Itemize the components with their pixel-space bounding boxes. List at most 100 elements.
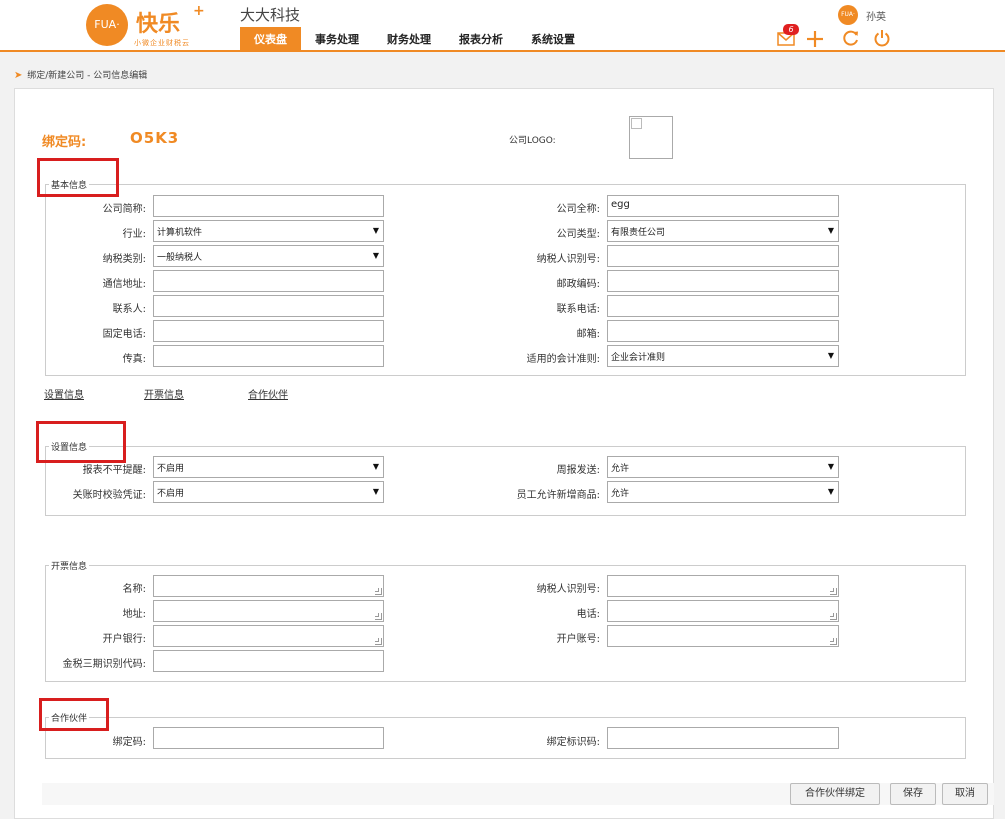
resize-grip-icon[interactable]	[830, 588, 837, 595]
resize-grip-icon[interactable]	[375, 613, 382, 620]
breadcrumb: ➤ 绑定/新建公司 - 公司信息编辑	[14, 68, 147, 81]
mail-count-badge: 6	[783, 24, 799, 35]
staff-add-goods-select-value: 允许	[611, 489, 630, 499]
highlight-box-settings	[36, 421, 126, 463]
invoice-account-label: 开户账号:	[556, 634, 600, 645]
nav-item-dashboard[interactable]: 仪表盘	[240, 27, 301, 52]
tax-type-select-value: 一般纳税人	[157, 253, 203, 263]
chevron-down-icon: ▼	[827, 462, 834, 471]
closing-check-label: 关账时校验凭证:	[72, 490, 146, 501]
invoice-address-label: 地址:	[122, 609, 146, 620]
landline-input[interactable]	[153, 320, 384, 342]
tax-id-label: 纳税人识别号:	[536, 254, 600, 265]
email-label: 邮箱:	[576, 329, 600, 340]
invoice-bank-label: 开户银行:	[102, 634, 146, 645]
invoice-legend: 开票信息	[49, 559, 90, 572]
main-nav: 仪表盘 事务处理 财务处理 报表分析 系统设置	[240, 27, 589, 52]
company-name: 大大科技	[240, 6, 301, 24]
invoice-account-textarea[interactable]	[607, 625, 839, 647]
address-label: 通信地址:	[102, 279, 146, 290]
chevron-down-icon: ▼	[827, 351, 834, 360]
cancel-button[interactable]: 取消	[942, 783, 988, 805]
company-logo-label: 公司LOGO:	[509, 136, 556, 146]
chevron-down-icon: ▼	[372, 226, 379, 235]
invoice-phone-label: 电话:	[576, 609, 600, 620]
accounting-std-select[interactable]: 企业会计准则 ▼	[607, 345, 839, 367]
weekly-report-select[interactable]: 允许 ▼	[607, 456, 839, 478]
top-bar: FUA· 快乐 + 小微企业财税云 大大科技 仪表盘 事务处理 财务处理 报表分…	[0, 0, 1005, 52]
nav-item-reports[interactable]: 报表分析	[445, 27, 517, 52]
golden-tax-code-label: 金税三期识别代码:	[62, 659, 146, 670]
link-partners[interactable]: 合作伙伴	[248, 386, 288, 401]
landline-label: 固定电话:	[102, 329, 146, 340]
fax-input[interactable]	[153, 345, 384, 367]
breadcrumb-text: 绑定/新建公司 - 公司信息编辑	[27, 71, 148, 81]
accounting-std-select-value: 企业会计准则	[611, 353, 666, 363]
partner-bind-id-input[interactable]	[607, 727, 839, 749]
nav-item-transactions[interactable]: 事务处理	[301, 27, 373, 52]
resize-grip-icon[interactable]	[375, 638, 382, 645]
user-name[interactable]: 孙英	[866, 8, 886, 23]
refresh-icon[interactable]	[841, 28, 861, 48]
breadcrumb-arrow-icon: ➤	[14, 70, 23, 81]
save-button[interactable]: 保存	[890, 783, 936, 805]
postcode-input[interactable]	[607, 270, 839, 292]
user-avatar[interactable]: FUA·	[838, 5, 858, 25]
chevron-down-icon: ▼	[372, 462, 379, 471]
report-reminder-label: 报表不平提醒:	[82, 465, 146, 476]
tax-id-input[interactable]	[607, 245, 839, 267]
invoice-tax-id-label: 纳税人识别号:	[536, 584, 600, 595]
nav-item-settings[interactable]: 系统设置	[517, 27, 589, 52]
link-settings-info[interactable]: 设置信息	[44, 386, 84, 401]
email-input[interactable]	[607, 320, 839, 342]
resize-grip-icon[interactable]	[830, 638, 837, 645]
contact-input[interactable]	[153, 295, 384, 317]
plus-icon[interactable]	[805, 28, 825, 48]
link-invoice-info[interactable]: 开票信息	[144, 386, 184, 401]
contact-label: 联系人:	[112, 304, 146, 315]
resize-grip-icon[interactable]	[375, 588, 382, 595]
invoice-address-textarea[interactable]	[153, 600, 384, 622]
chevron-down-icon: ▼	[827, 226, 834, 235]
nav-item-finance[interactable]: 财务处理	[373, 27, 445, 52]
closing-check-select-value: 不启用	[157, 489, 185, 499]
resize-grip-icon[interactable]	[830, 613, 837, 620]
company-type-select[interactable]: 有限责任公司 ▼	[607, 220, 839, 242]
closing-check-select[interactable]: 不启用 ▼	[153, 481, 384, 503]
brand-slogan: 小微企业财税云	[134, 39, 190, 47]
industry-label: 行业:	[122, 229, 146, 240]
industry-select[interactable]: 计算机软件 ▼	[153, 220, 384, 242]
partner-bind-code-input[interactable]	[153, 727, 384, 749]
bind-code-value: O5K3	[130, 129, 180, 147]
accounting-std-label: 适用的会计准则:	[526, 354, 600, 365]
partner-bind-code-label: 绑定码:	[112, 737, 146, 748]
invoice-tax-id-textarea[interactable]	[607, 575, 839, 597]
bind-code-label: 绑定码:	[42, 135, 87, 150]
brand-logo-plus: +	[193, 3, 205, 19]
tax-type-select[interactable]: 一般纳税人 ▼	[153, 245, 384, 267]
invoice-bank-textarea[interactable]	[153, 625, 384, 647]
chevron-down-icon: ▼	[372, 487, 379, 496]
golden-tax-code-input[interactable]	[153, 650, 384, 672]
invoice-name-label: 名称:	[122, 584, 146, 595]
report-reminder-select[interactable]: 不启用 ▼	[153, 456, 384, 478]
phone-label: 联系电话:	[556, 304, 600, 315]
short-name-label: 公司简称:	[102, 204, 146, 215]
address-input[interactable]	[153, 270, 384, 292]
full-name-input[interactable]: egg	[607, 195, 839, 217]
industry-select-value: 计算机软件	[157, 228, 203, 238]
staff-add-goods-select[interactable]: 允许 ▼	[607, 481, 839, 503]
phone-input[interactable]	[607, 295, 839, 317]
invoice-phone-textarea[interactable]	[607, 600, 839, 622]
staff-add-goods-label: 员工允许新增商品:	[516, 490, 600, 501]
chevron-down-icon: ▼	[827, 487, 834, 496]
short-name-input[interactable]	[153, 195, 384, 217]
power-icon[interactable]	[872, 28, 892, 48]
company-logo-image[interactable]	[629, 116, 673, 159]
weekly-report-select-value: 允许	[611, 464, 630, 474]
broken-image-icon	[631, 118, 642, 129]
invoice-name-textarea[interactable]	[153, 575, 384, 597]
chevron-down-icon: ▼	[372, 251, 379, 260]
brand-logo-text: 快乐	[136, 12, 181, 37]
partner-bind-button[interactable]: 合作伙伴绑定	[790, 783, 880, 805]
